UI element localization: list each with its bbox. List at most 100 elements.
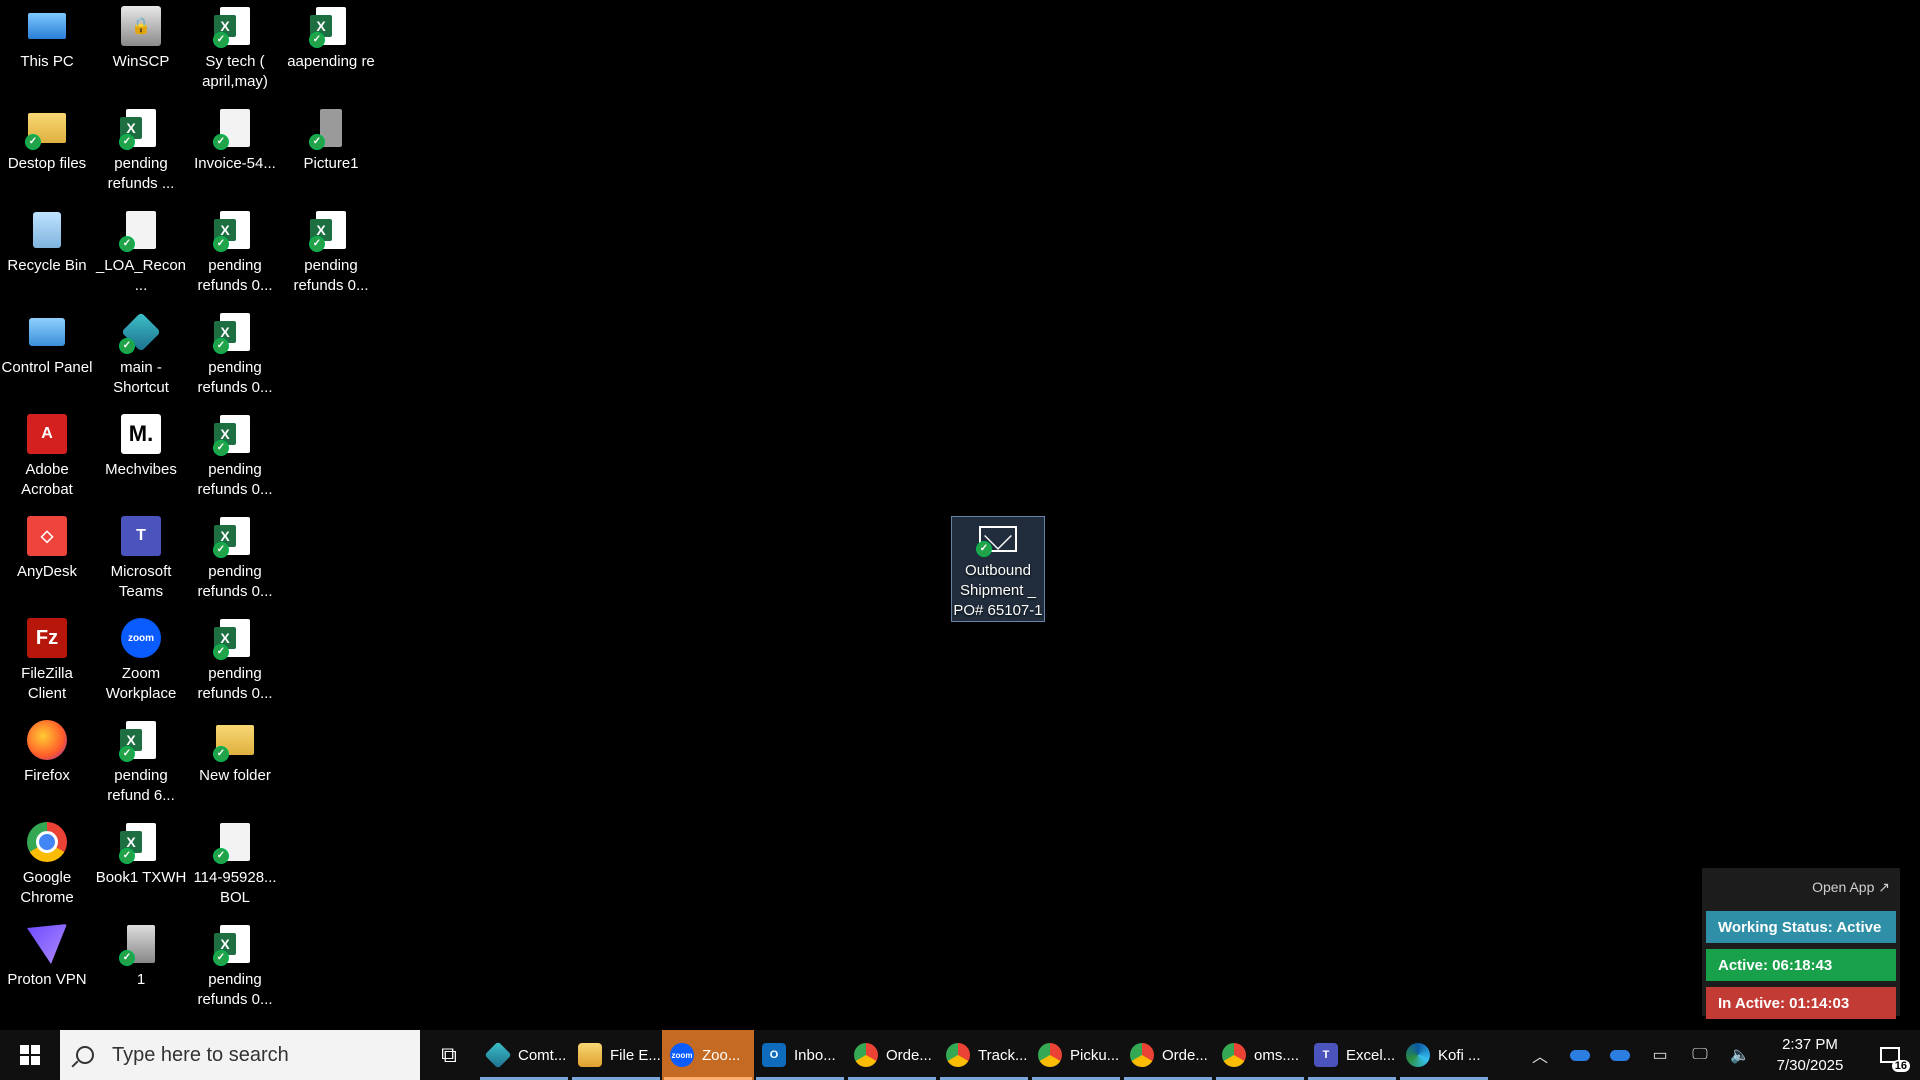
working-status-badge: Working Status: Active — [1706, 911, 1896, 943]
microsoft-teams-item[interactable]: T Microsoft Teams — [94, 510, 188, 606]
destop-files-item[interactable]: ✓ Destop files — [0, 102, 94, 198]
comt-icon — [484, 1041, 512, 1069]
notification-center-button[interactable]: 16 — [1860, 1030, 1920, 1080]
winscp-item[interactable]: 🔒 WinSCP — [94, 0, 188, 96]
onedrive-button[interactable] — [1560, 1030, 1600, 1080]
desktop-icon-label: 114-95928... BOL — [193, 869, 277, 906]
excel-file-icon: X ✓ — [213, 6, 255, 48]
control-panel-item[interactable]: Control Panel — [0, 306, 94, 402]
desktop-icon-label: Mechvibes — [105, 461, 177, 478]
new-folder-item[interactable]: ✓ New folder — [188, 714, 282, 810]
pending-refunds-item[interactable]: X ✓ pending refunds ... — [94, 102, 188, 198]
excel-file-icon: X ✓ — [119, 720, 161, 762]
image-file-icon: ✓ — [119, 924, 161, 966]
firefox-item[interactable]: Firefox — [0, 714, 94, 810]
taskbar-app-chrome-oms[interactable]: oms.... — [1214, 1030, 1306, 1080]
loa-recon-item[interactable]: ✓ _LOA_Recon... — [94, 204, 188, 300]
desktop-icon-label: This PC — [20, 53, 74, 70]
teams-icon: T — [1314, 1043, 1338, 1067]
zoom-workplace-item[interactable]: zoom Zoom Workplace — [94, 612, 188, 708]
task-view-button[interactable]: ⧉ — [420, 1030, 478, 1080]
inactive-time: In Active: 01:14:03 — [1706, 987, 1896, 1019]
pending-refund-6-item[interactable]: X ✓ pending refund 6... — [94, 714, 188, 810]
show-hidden-icons-button[interactable]: ︿ — [1520, 1030, 1560, 1080]
excel-file-icon: X ✓ — [213, 312, 255, 354]
open-app-button[interactable]: Open App ↗ — [1706, 874, 1896, 901]
chrome-icon — [946, 1043, 970, 1067]
desktop-icon-label: New folder — [199, 767, 271, 784]
adobe-acrobat-item[interactable]: A Adobe Acrobat — [0, 408, 94, 504]
desktop: This PC ✓ Destop files Recycle Bin Contr… — [0, 0, 1920, 1030]
network-icon: 🖵 — [1692, 1046, 1708, 1063]
windows-logo-icon — [20, 1045, 40, 1065]
pending-refunds-item[interactable]: X ✓ pending refunds 0... — [188, 612, 282, 708]
zoom-icon: zoom — [670, 1043, 694, 1067]
firefox-icon — [27, 720, 67, 760]
taskbar-search[interactable]: Type here to search — [60, 1030, 420, 1080]
volume-button[interactable]: 🔈 — [1720, 1030, 1760, 1080]
taskbar-app-chrome-orders-2[interactable]: Orde... — [1122, 1030, 1214, 1080]
aapending-item[interactable]: X ✓ aapending re — [284, 0, 378, 96]
desktop-icon-label: Sy tech ( april,may) — [202, 53, 268, 90]
mechvibes-item[interactable]: M. Mechvibes — [94, 408, 188, 504]
anydesk-item[interactable]: ◇ AnyDesk — [0, 510, 94, 606]
excel-file-icon: X ✓ — [309, 210, 351, 252]
picture1-item[interactable]: ✓ Picture1 — [284, 102, 378, 198]
pending-refunds-item[interactable]: X ✓ pending refunds 0... — [188, 306, 282, 402]
onedrive-icon — [1610, 1049, 1630, 1061]
recycle-bin-item[interactable]: Recycle Bin — [0, 204, 94, 300]
taskbar-app-chrome-orders[interactable]: Orde... — [846, 1030, 938, 1080]
battery-button[interactable]: ▭ — [1640, 1030, 1680, 1080]
this-pc-icon-item[interactable]: This PC — [0, 0, 94, 96]
taskbar-app-label: Excel... — [1346, 1046, 1396, 1064]
invoice-item[interactable]: ✓ Invoice-54... — [188, 102, 282, 198]
taskbar-app-zoom[interactable]: zoom Zoo... — [662, 1030, 754, 1080]
book1-txwh-item[interactable]: X ✓ Book1 TXWH — [94, 816, 188, 912]
pending-refunds-item[interactable]: X ✓ pending refunds 0... — [188, 408, 282, 504]
pending-refunds-item[interactable]: X ✓ pending refunds 0... — [188, 918, 282, 1014]
taskbar-app-teams-excel[interactable]: T Excel... — [1306, 1030, 1398, 1080]
desktop-icon-label: main - Shortcut — [113, 359, 169, 396]
recycle-bin-icon — [27, 210, 67, 250]
taskbar-app-outlook[interactable]: O Inbo... — [754, 1030, 846, 1080]
active-time: Active: 06:18:43 — [1706, 949, 1896, 981]
taskbar-app-edge-kofi[interactable]: Kofi ... — [1398, 1030, 1490, 1080]
pending-refunds-item[interactable]: X ✓ pending refunds 0... — [188, 510, 282, 606]
mail-icon: ✓ — [976, 523, 1018, 557]
desktop-icon-label: 1 — [136, 971, 146, 988]
file-1-item[interactable]: ✓ 1 — [94, 918, 188, 1014]
taskbar-app-chrome-track[interactable]: Track... — [938, 1030, 1030, 1080]
desktop-icon-label: pending refunds 0... — [197, 971, 273, 1008]
filezilla-item[interactable]: Fz FileZilla Client — [0, 612, 94, 708]
taskbar-app-label: File E... — [610, 1046, 661, 1064]
pending-refunds-item[interactable]: X ✓ pending refunds 0... — [188, 204, 282, 300]
taskbar-app-label: Zoo... — [702, 1046, 741, 1064]
taskbar-app-label: Orde... — [1162, 1046, 1208, 1064]
teams-icon: T — [121, 516, 161, 556]
taskbar-app-label: Orde... — [886, 1046, 932, 1064]
taskbar-app-chrome-pickup[interactable]: Picku... — [1030, 1030, 1122, 1080]
sy-tech-item[interactable]: X ✓ Sy tech ( april,may) — [188, 0, 282, 96]
onedrive-business-button[interactable] — [1600, 1030, 1640, 1080]
main-shortcut-item[interactable]: ✓ main - Shortcut — [94, 306, 188, 402]
bol-document-item[interactable]: ✓ 114-95928... BOL — [188, 816, 282, 912]
taskbar-app-label: Track... — [978, 1046, 1028, 1064]
network-button[interactable]: 🖵 — [1680, 1030, 1720, 1080]
google-chrome-item[interactable]: Google Chrome — [0, 816, 94, 912]
clock[interactable]: 2:37 PM 7/30/2025 — [1760, 1034, 1860, 1076]
taskbar-app-label: Inbo... — [794, 1046, 836, 1064]
start-button[interactable] — [0, 1030, 60, 1080]
taskbar-app-comt[interactable]: Comt... — [478, 1030, 570, 1080]
desktop-icon-label: Invoice-54... — [194, 155, 276, 172]
taskbar-app-label: Kofi ... — [1438, 1046, 1481, 1064]
pending-refunds-item[interactable]: X ✓ pending refunds 0... — [284, 204, 378, 300]
desktop-icon-label: Firefox — [24, 767, 70, 784]
taskbar-app-file-explorer[interactable]: File E... — [570, 1030, 662, 1080]
filezilla-icon: Fz — [27, 618, 67, 658]
excel-file-icon: X ✓ — [213, 414, 255, 456]
proton-vpn-item[interactable]: Proton VPN — [0, 918, 94, 1014]
anydesk-icon: ◇ — [27, 516, 67, 556]
desktop-icon-label: pending refund 6... — [107, 767, 175, 804]
outbound-shipment-item[interactable]: ✓ Outbound Shipment _ PO# 65107-1 — [951, 516, 1045, 622]
excel-file-icon: X ✓ — [213, 516, 255, 558]
